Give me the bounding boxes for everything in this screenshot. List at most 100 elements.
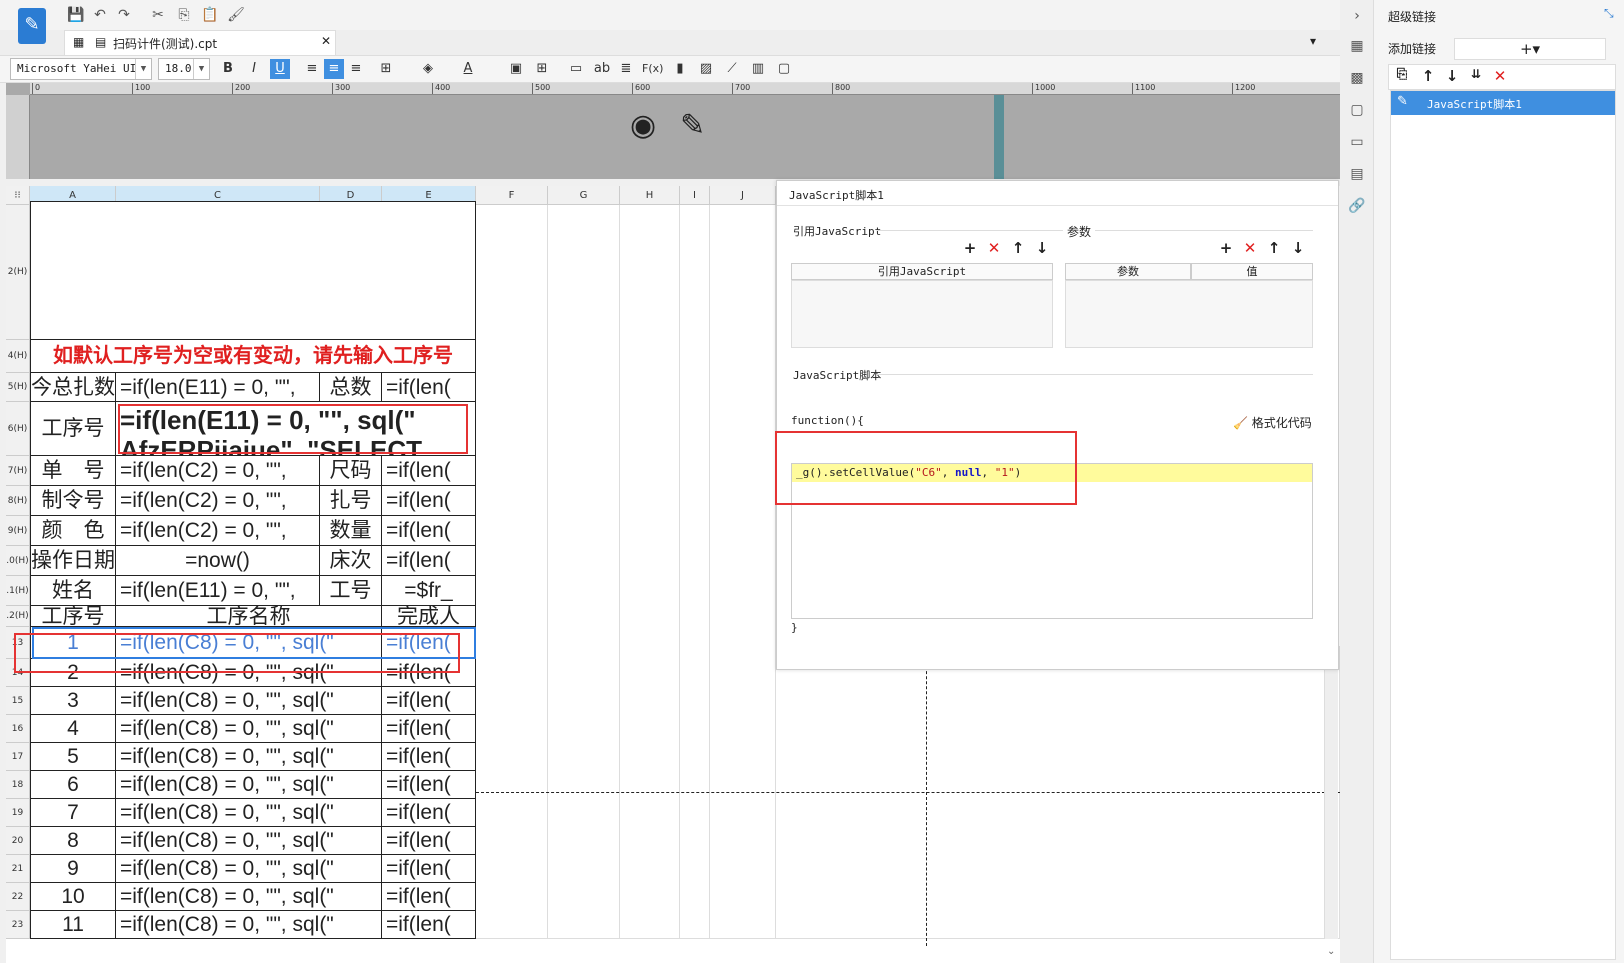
cell[interactable]: 6 (30, 771, 116, 799)
cell[interactable]: =$fr_ (382, 576, 476, 606)
cell[interactable]: =if(len(C8) = 0, "", sql(" (116, 855, 382, 883)
cell[interactable]: =if(len(C2) = 0, "", (116, 516, 320, 546)
copy-icon[interactable]: ⎘ (174, 5, 194, 25)
cell[interactable]: 床次 (320, 546, 382, 576)
cell[interactable]: =if(len( (382, 743, 476, 771)
text-icon[interactable]: ab (592, 59, 612, 79)
widget-icon[interactable]: ▢ (1347, 100, 1367, 120)
header-merged-cell[interactable] (30, 201, 476, 340)
cell[interactable]: 工号 (320, 576, 382, 606)
column-header[interactable]: G (548, 186, 620, 205)
tab-menu-icon[interactable]: ▾ (1310, 34, 1316, 48)
cell[interactable]: 姓名 (30, 576, 116, 606)
row-header[interactable]: 4(H) (6, 340, 30, 373)
table-icon[interactable]: ⊞ (532, 59, 552, 79)
cell[interactable]: =if(len(C8) = 0, "", sql(" (116, 827, 382, 855)
cell[interactable]: 工序号 (30, 402, 116, 456)
cell[interactable]: 4 (30, 715, 116, 743)
cell[interactable]: 操作日期 (30, 546, 116, 576)
font-family-select[interactable]: Microsoft YaHei UI ▼ (10, 58, 152, 80)
cell[interactable]: 5 (30, 743, 116, 771)
align-right-icon[interactable]: ≡ (346, 59, 366, 79)
cell[interactable]: 3 (30, 687, 116, 715)
cell[interactable]: 工序名称 (116, 606, 382, 627)
cell[interactable]: =if(len(C8) = 0, "", sql(" (116, 687, 382, 715)
empty-column[interactable] (548, 205, 620, 939)
cell[interactable]: 9 (30, 855, 116, 883)
font-size-select[interactable]: 18.0 ▼ (158, 58, 210, 80)
cell[interactable]: 11 (30, 911, 116, 939)
cell[interactable]: 今总扎数 (30, 373, 116, 402)
frame-icon[interactable]: ▢ (774, 59, 794, 79)
cell[interactable]: 10 (30, 883, 116, 911)
cell[interactable]: =if(len( (382, 827, 476, 855)
cell[interactable]: 数量 (320, 516, 382, 546)
row-header[interactable]: 7(H) (6, 456, 30, 486)
fill-color-icon[interactable]: ◈ (418, 59, 438, 79)
chevron-down-icon[interactable]: ⌄ (1327, 946, 1335, 957)
cell[interactable]: 扎号 (320, 486, 382, 516)
form-icon[interactable]: ▤ (1347, 164, 1367, 184)
cell[interactable]: =if(len(C8) = 0, "", sql(" (116, 743, 382, 771)
cell[interactable]: =if(len(C2) = 0, "", (116, 486, 320, 516)
cell[interactable]: =if(len(E11) = 0, "", (116, 576, 320, 606)
row-header[interactable]: 16 (6, 715, 30, 743)
slash-icon[interactable]: ⟋ (722, 59, 742, 79)
file-tab[interactable]: ▦ ▤ 扫码计件(测试).cpt ✕ (64, 30, 336, 55)
add-link-dropdown[interactable]: +▾ (1454, 38, 1606, 60)
row-header[interactable]: 20 (6, 827, 30, 855)
delete-icon[interactable]: ✕ (985, 239, 1003, 257)
cell[interactable]: 完成人 (382, 606, 476, 627)
font-color-icon[interactable]: A (458, 59, 478, 79)
pencil-icon[interactable]: ✎ (680, 108, 705, 143)
subreport-icon[interactable]: ▥ (748, 59, 768, 79)
paragraph-icon[interactable]: ≣ (616, 59, 636, 79)
cell[interactable]: 颜 色 (30, 516, 116, 546)
move-down-icon[interactable]: ↓ (1289, 239, 1307, 257)
cell[interactable]: =if(len( (382, 516, 476, 546)
empty-column[interactable] (620, 205, 680, 939)
cell-attribute-icon[interactable]: ▩ (1347, 68, 1367, 88)
align-center-icon[interactable]: ≡ (324, 59, 344, 79)
cell[interactable]: =if(len( (382, 855, 476, 883)
delete-icon[interactable]: ✕ (1241, 239, 1259, 257)
insert-cell-icon[interactable]: ▣ (506, 59, 526, 79)
move-down-icon[interactable]: ↓ (1033, 239, 1051, 257)
row-header[interactable]: 17 (6, 743, 30, 771)
cell[interactable]: 工序号 (30, 606, 116, 627)
cell[interactable]: 单 号 (30, 456, 116, 486)
empty-column[interactable] (680, 205, 710, 939)
format-painter-icon[interactable]: 🖌 (226, 5, 246, 25)
cell[interactable]: =if(len( (382, 715, 476, 743)
row-header[interactable]: 6(H) (6, 402, 30, 456)
paste-icon[interactable]: 📋 (200, 5, 220, 25)
cell[interactable]: =if(len( (382, 687, 476, 715)
merge-icon[interactable]: ▭ (566, 59, 586, 79)
cell[interactable]: =if(len(C8) = 0, "", sql(" (116, 715, 382, 743)
cell[interactable]: 制令号 (30, 486, 116, 516)
column-header[interactable]: F (476, 186, 548, 205)
param-list[interactable] (1065, 280, 1313, 348)
cell[interactable]: =if(len( (382, 486, 476, 516)
sort-icon[interactable]: ⇊ (1467, 67, 1485, 81)
cell[interactable]: =if(len(C8) = 0, "", sql(" (116, 911, 382, 939)
format-code-button[interactable]: 🧹 格式化代码 (1233, 414, 1312, 431)
vertical-scrollbar[interactable] (1324, 646, 1338, 939)
image-icon[interactable]: ▨ (696, 59, 716, 79)
row-header[interactable]: 15 (6, 687, 30, 715)
cell[interactable]: =if(len( (382, 771, 476, 799)
cell[interactable]: =if(len( (382, 799, 476, 827)
add-icon[interactable]: + (1217, 239, 1235, 257)
row-header[interactable]: 9(H) (6, 516, 30, 546)
row-header[interactable]: 21 (6, 855, 30, 883)
cell[interactable]: =if(len( (382, 911, 476, 939)
hyperlink-icon[interactable]: 🔗 (1347, 196, 1367, 216)
cell[interactable]: 8 (30, 827, 116, 855)
align-left-icon[interactable]: ≡ (302, 59, 322, 79)
cell[interactable]: 尺码 (320, 456, 382, 486)
chart-icon[interactable]: ▮ (670, 59, 690, 79)
cell[interactable]: 7 (30, 799, 116, 827)
cell[interactable]: =if(len(C8) = 0, "", sql(" (116, 771, 382, 799)
row-header[interactable]: .0(H) (6, 546, 30, 576)
cell[interactable]: 总数 (320, 373, 382, 402)
